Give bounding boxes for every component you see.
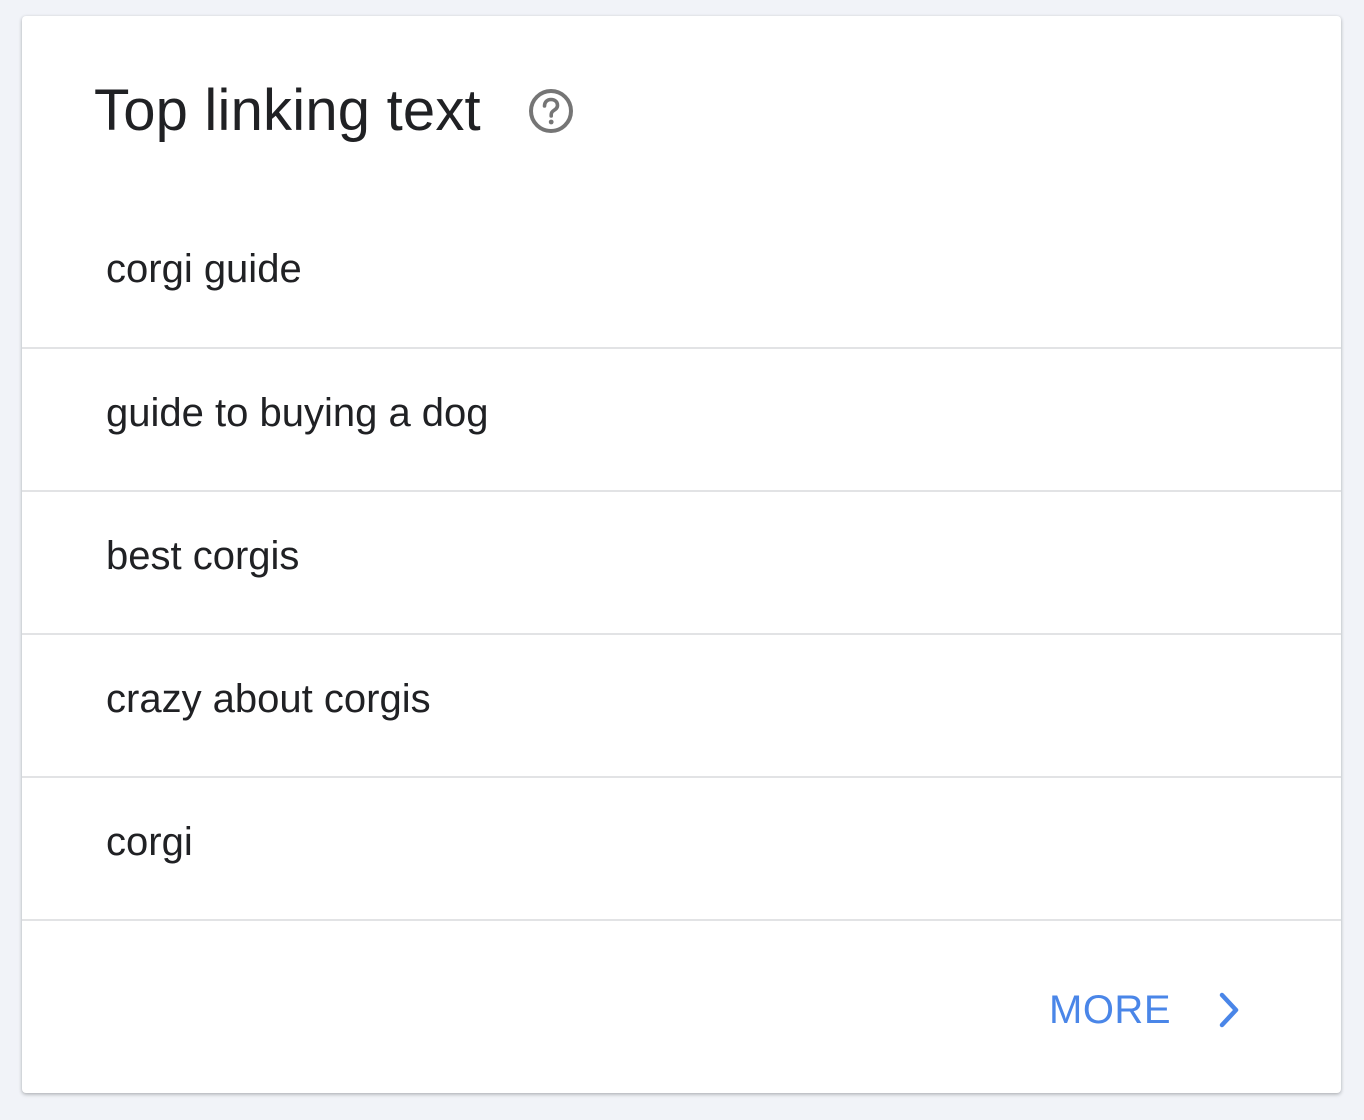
list-item: guide to buying a dog [22,349,1341,492]
card-header: Top linking text [94,76,575,146]
list-item: corgi [22,778,1341,921]
list-item-label: crazy about corgis [106,677,431,721]
linking-text-list: corgi guide guide to buying a dog best c… [22,204,1341,921]
list-item-label: corgi [106,820,193,864]
more-button-label: MORE [1049,987,1171,1032]
list-item: corgi guide [22,204,1341,349]
help-icon[interactable] [527,87,575,135]
list-item: best corgis [22,492,1341,635]
list-item-label: guide to buying a dog [106,391,489,435]
card-title: Top linking text [94,78,481,143]
chevron-right-icon [1215,990,1245,1030]
list-item: crazy about corgis [22,635,1341,778]
list-item-label: corgi guide [106,247,302,291]
top-linking-text-card: Top linking text corgi guide guide to bu… [22,16,1341,1093]
help-circle-icon [528,89,573,133]
more-button[interactable]: MORE [1049,984,1245,1036]
list-item-label: best corgis [106,534,300,578]
